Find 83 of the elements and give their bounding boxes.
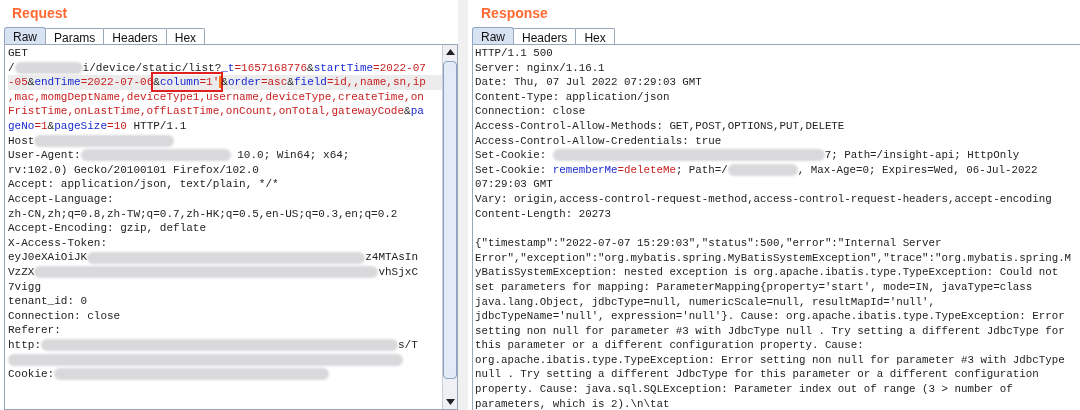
- code-line: Accept: application/json, text/plain, */*: [8, 177, 279, 192]
- code-line: java.lang.Object, jdbcType=null, numericScale=null, resultMapId='null',: [475, 294, 936, 310]
- code-line: tenant_id: 0: [8, 294, 88, 309]
- code-text: z4MTAsIn: [365, 250, 419, 265]
- code-line: Access-Control-Allow-Credentials: true: [475, 133, 722, 149]
- code-line: set parameters for mapping: ParameterMapping{property='start', mode=IN, javaType=class: [475, 279, 1033, 295]
- code-text: =1657168776: [234, 60, 308, 76]
- code-text: &: [307, 60, 314, 76]
- code-line: parameters, which is 2).\n\tat: [475, 396, 670, 410]
- code-text: 7; Path=/insight-api; HttpOnly: [824, 148, 1020, 163]
- code-text: -05: [8, 75, 28, 90]
- code-text: &: [27, 75, 35, 90]
- code-line: Content-Length: 20273: [475, 206, 612, 222]
- tab[interactable]: Headers: [513, 28, 577, 44]
- tab[interactable]: Raw: [4, 27, 46, 44]
- code-line: ,mac,momgDeptName,deviceType1,username,deviceType,createTime,on: [8, 89, 424, 105]
- code-line: {"timestamp":"2022-07-07 15:29:03","status":500,"error":"Internal Server: [475, 236, 942, 251]
- code-text: &: [287, 75, 294, 90]
- code-text: Set-Cookie:: [475, 162, 548, 178]
- tab[interactable]: Raw: [472, 27, 514, 44]
- code-line: Server: nginx/1.16.1: [475, 60, 605, 76]
- code-line: Referer:: [8, 323, 61, 338]
- code-line: HTTP/1.1 500: [475, 46, 553, 61]
- code-line: setting non null for parameter #3 with JdbcType null . Try setting a different JdbcType for: [475, 323, 1065, 339]
- code-text: User-Agent:: [8, 148, 81, 163]
- code-line: null . Try setting a different JdbcType for this parameter or a different configuration: [475, 367, 1039, 383]
- code-line: 07:29:03 GMT: [475, 177, 553, 192]
- tab[interactable]: Hex: [575, 28, 615, 44]
- code-text: Host: [8, 133, 35, 149]
- scrollbar[interactable]: [442, 45, 457, 409]
- code-line: Accept-Language:: [8, 191, 114, 207]
- code-line: geNo=1&pageSize=10 HTTP/1.1: [8, 118, 187, 134]
- code-text: field: [293, 75, 327, 90]
- code-line: Vary: origin,access-control-request-method,access-control-request-headers,accept-encoding: [475, 191, 1052, 207]
- code-line: Accept-Encoding: gzip, deflate: [8, 221, 207, 236]
- code-text: Set-Cookie:: [475, 148, 548, 163]
- code-line: X-Access-Token:: [8, 235, 108, 251]
- code-line: rv:102.0) Gecko/20100101 Firefox/102.0: [8, 162, 259, 178]
- code-text: vhSjxC: [378, 264, 418, 280]
- code-line: this parameter or a different configuration property. Cause:: [475, 338, 864, 353]
- code-text: order: [227, 75, 261, 90]
- tab[interactable]: Headers: [103, 28, 167, 44]
- code-line: zh-CN,zh;q=0.8,zh-TW;q=0.7,zh-HK;q=0.5,en-US;q=0.3,en;q=0.2: [8, 206, 398, 222]
- code-text: endTime: [34, 75, 81, 90]
- code-text: =asc: [260, 75, 288, 90]
- panel-title: Request: [12, 4, 68, 23]
- code-line: org.apache.ibatis.type.TypeException: Error setting non null for parameter #3 with JdbcType: [475, 352, 1065, 368]
- code-line: Connection: close: [8, 308, 121, 324]
- code-line: GET: [8, 46, 28, 61]
- code-line: Connection: close: [475, 104, 586, 119]
- panel-title: Response: [481, 4, 548, 23]
- redaction-blur: [727, 164, 798, 177]
- code-text: 10.0; Win64; x64;: [236, 148, 350, 163]
- code-text: rememberMe: [552, 162, 618, 178]
- code-line: jdbcTypeName='null', expression='null'}. Cause: org.apache.ibatis.type.TypeException: Error: [475, 309, 1065, 324]
- code-text: _t: [221, 60, 235, 76]
- code-line: Error","exception":"org.mybatis.spring.MyBatisSystemException","trace":"org.mybatis.spring.M: [475, 250, 1072, 266]
- code-line: FristTime,onLastTime,offLastTime,onCount,onTotal,gatewayCode&pa: [8, 104, 424, 119]
- code-text: startTime: [313, 60, 374, 76]
- code-text: column: [159, 75, 200, 90]
- code-text: VzZX: [8, 264, 35, 280]
- code-text: /: [8, 60, 15, 76]
- scrollbar-thumb[interactable]: [443, 61, 457, 379]
- code-text: s/T: [398, 337, 418, 353]
- tab[interactable]: Params: [45, 28, 105, 44]
- code-text: Cookie:: [8, 367, 55, 382]
- code-text: eyJ0eXAiOiJK: [8, 250, 88, 265]
- code-text: =id,,name,sn,ip: [326, 75, 426, 90]
- code-line: Content-Type: application/json: [475, 89, 670, 105]
- code-text: ; Path=/: [675, 162, 728, 178]
- code-text: =deleteMe: [617, 162, 676, 178]
- code-text: i/device/static/list?: [82, 60, 222, 76]
- code-line: Date: Thu, 07 Jul 2022 07:29:03 GMT: [475, 75, 702, 90]
- code-line: 7vigg: [8, 279, 41, 295]
- code-text: http:: [8, 337, 41, 353]
- code-line: property. Cause: java.sql.SQLException: Parameter index out of range (3 > number of: [475, 382, 1013, 397]
- redaction-blur: [14, 61, 83, 74]
- code-line: yBatisSystemException: nested exception is org.apache.ibatis.type.TypeException: Could not: [475, 265, 1059, 280]
- code-text: =1': [199, 75, 220, 90]
- code-text: =2022-07: [373, 60, 426, 76]
- code-line: Access-Control-Allow-Methods: GET,POST,OPTIONS,PUT,DELETE: [475, 118, 845, 134]
- code-text: , Max-Age=0; Expires=Wed, 06-Jul-2022: [797, 162, 1038, 178]
- tab[interactable]: Hex: [165, 28, 206, 44]
